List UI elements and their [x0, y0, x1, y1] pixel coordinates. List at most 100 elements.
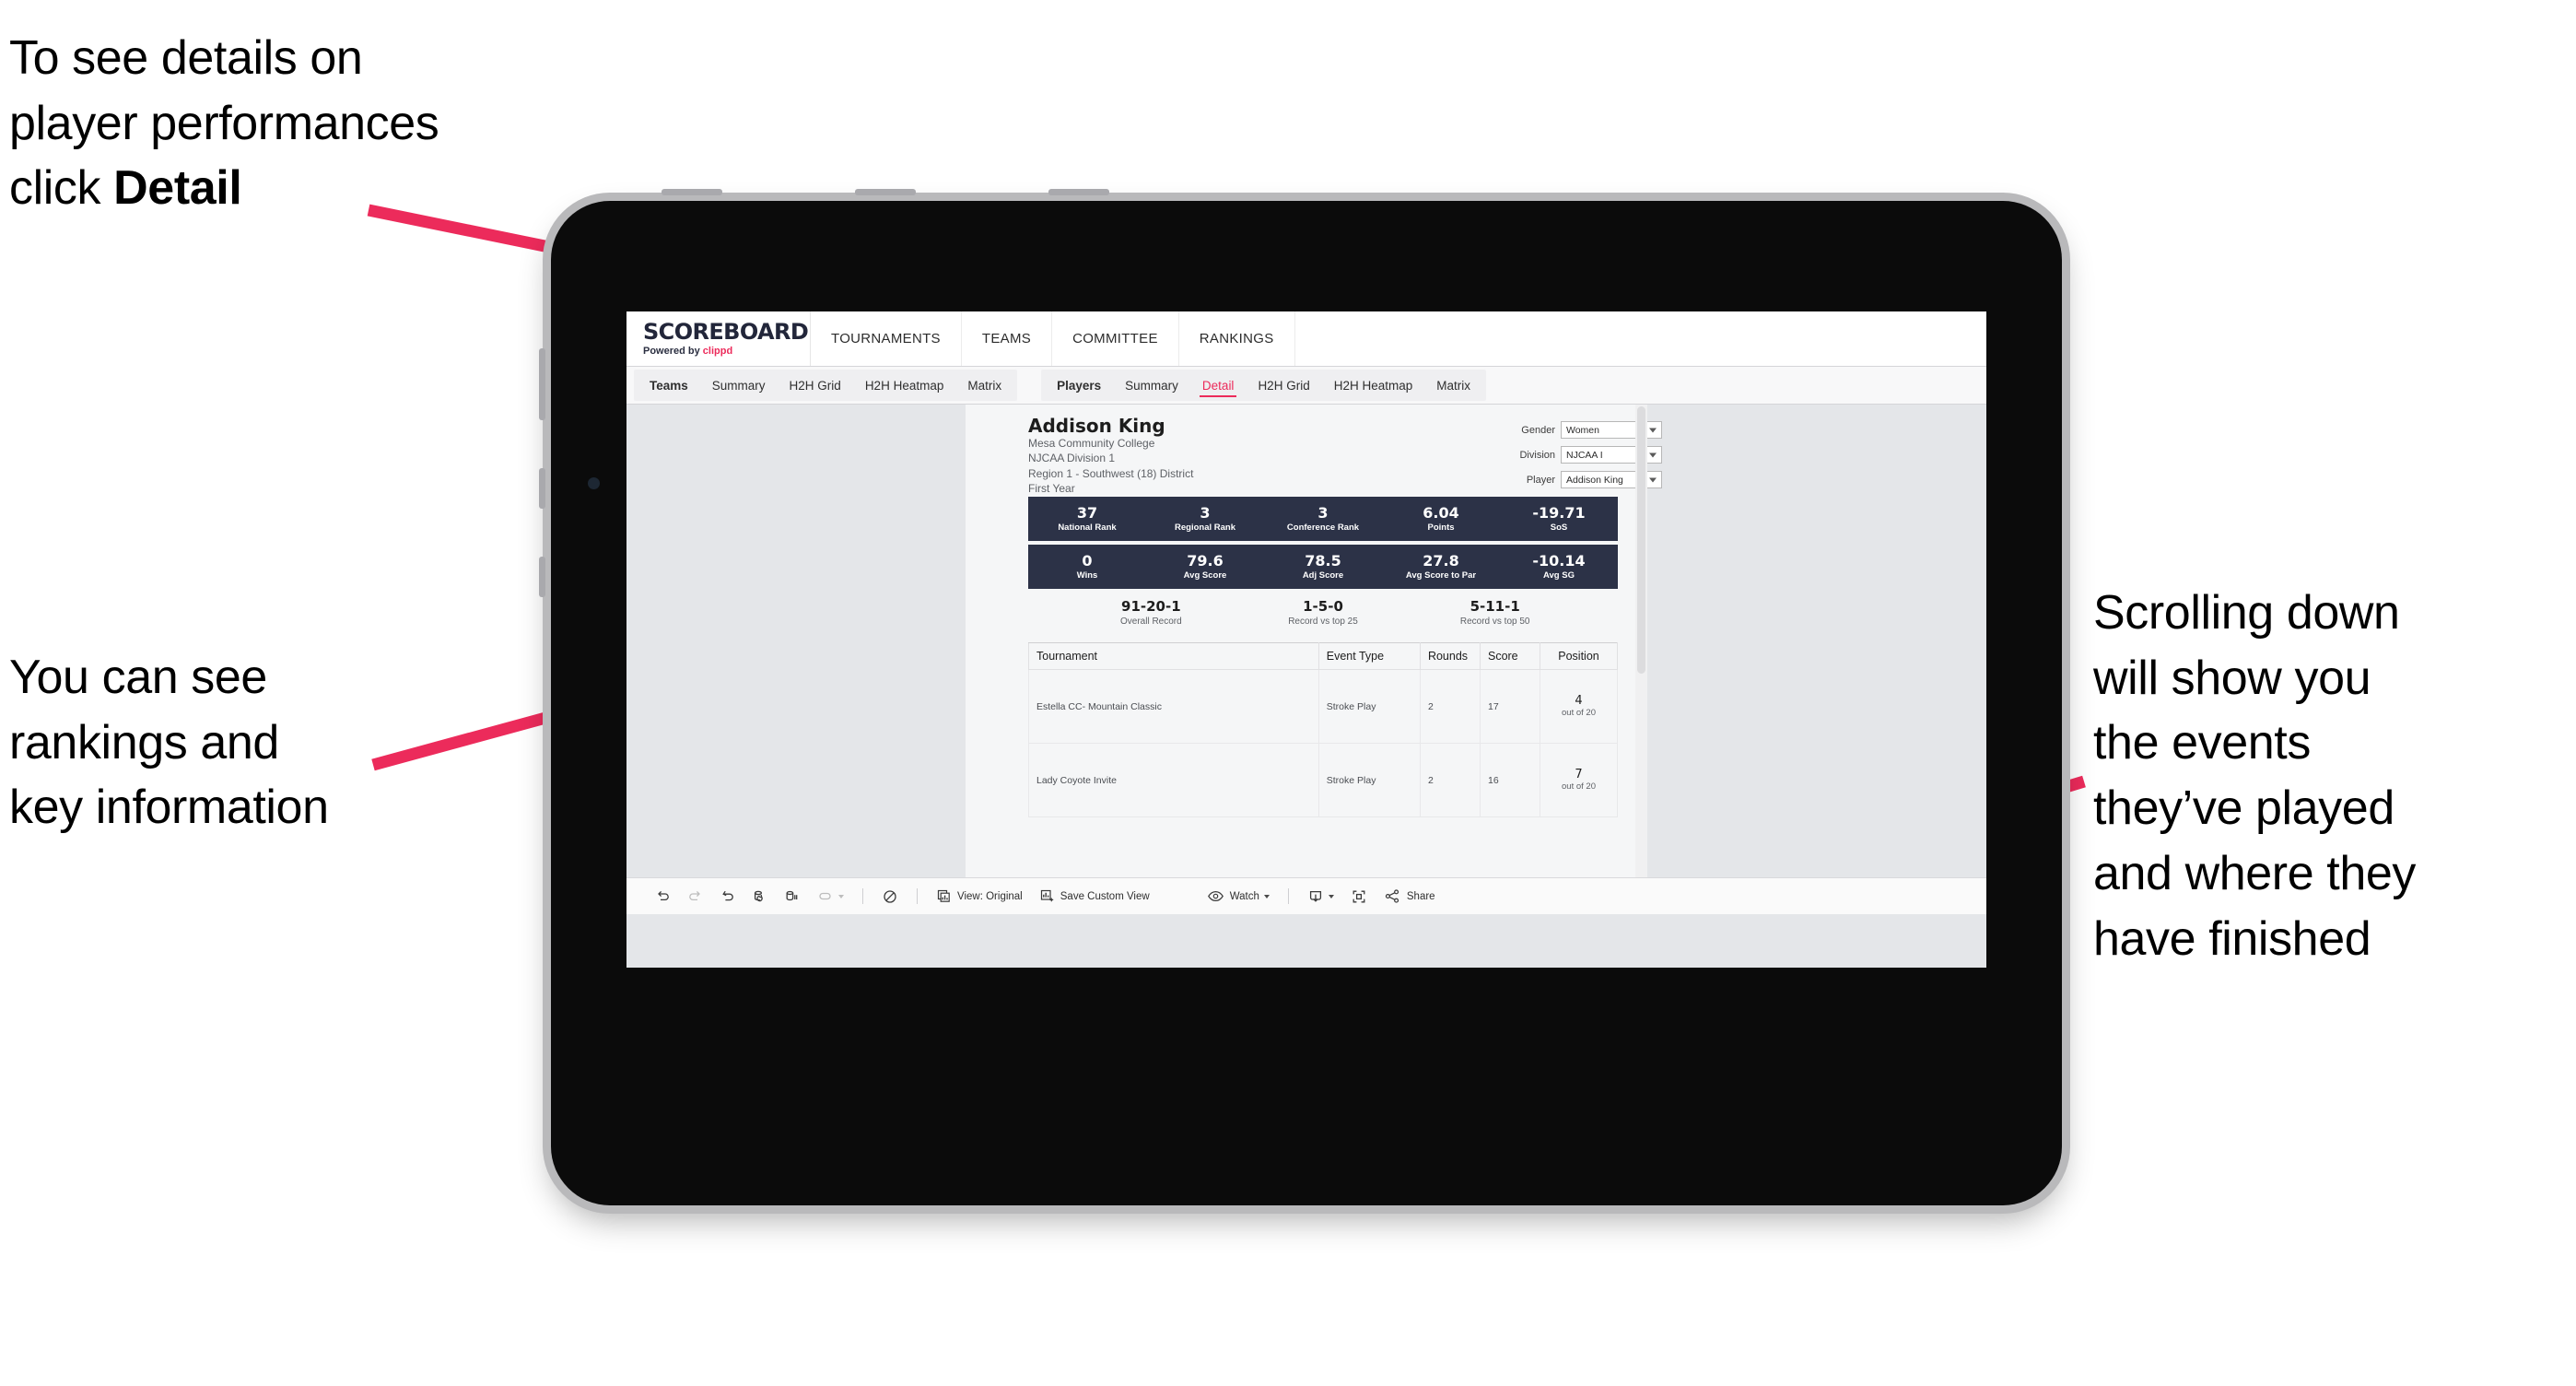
view-original-button[interactable]: View: Original: [928, 878, 1031, 914]
column-header-event-type[interactable]: Event Type: [1317, 642, 1421, 670]
device-top-button-3: [1048, 189, 1109, 195]
pause-auto-updates-button[interactable]: [776, 878, 808, 914]
annotation-right: Scrolling down will show you the events …: [2093, 586, 2416, 966]
stat-value: 27.8: [1423, 551, 1459, 570]
record-label: Overall Record: [1119, 616, 1182, 627]
visualization-canvas: Addison King Mesa Community College NJCA…: [626, 405, 1986, 877]
refresh-data-button[interactable]: [744, 878, 776, 914]
table-row[interactable]: Estella CC- Mountain Classic Stroke Play…: [1028, 669, 1618, 744]
record-value: 1-5-0: [1303, 598, 1343, 616]
share-button[interactable]: Share: [1376, 878, 1444, 914]
cell-rounds: 2: [1419, 743, 1481, 817]
download-button[interactable]: [1299, 878, 1342, 914]
logo-wordmark: SCOREBOARD: [643, 319, 809, 345]
nav-item-rankings[interactable]: RANKINGS: [1179, 311, 1295, 366]
stat-value: 3: [1317, 503, 1329, 522]
filter-division-label: Division: [1519, 449, 1555, 461]
redo-button[interactable]: [679, 878, 711, 914]
record-overall: 91-20-1 Overall Record: [1065, 599, 1237, 627]
tab-group-teams: Teams Summary H2H Grid H2H Heatmap Matri…: [634, 370, 1018, 401]
table-row[interactable]: Lady Coyote Invite Stroke Play 2 16 7 ou…: [1028, 743, 1618, 817]
stat-avg-score: 79.6 Avg Score: [1146, 553, 1264, 581]
stat-value: -10.14: [1532, 551, 1586, 570]
stat-label: Avg Score: [1183, 570, 1227, 581]
fullscreen-button[interactable]: [1342, 878, 1376, 914]
stat-regional-rank: 3 Regional Rank: [1146, 505, 1264, 534]
column-header-position[interactable]: Position: [1540, 642, 1618, 670]
filter-division-value: NJCAA I: [1566, 449, 1603, 461]
device-volume-button: [539, 348, 545, 420]
record-value: 5-11-1: [1469, 598, 1520, 616]
logo-tagline-brand: clippd: [702, 346, 733, 357]
annotation-top-left-bold: Detail: [113, 161, 242, 216]
tab-players-matrix[interactable]: Matrix: [1424, 370, 1482, 401]
stat-value: 3: [1200, 503, 1211, 522]
tab-players-h2h-grid[interactable]: H2H Grid: [1246, 370, 1321, 401]
logo-tagline-prefix: Powered by: [643, 346, 703, 357]
stat-avg-score-to-par: 27.8 Avg Score to Par: [1382, 553, 1500, 581]
stat-avg-sg: -10.14 Avg SG: [1500, 553, 1618, 581]
tablet-screen: SCOREBOARD Powered by clippd TOURNAMENTS…: [626, 311, 1986, 968]
logo-tagline: Powered by clippd: [643, 346, 810, 357]
player-header: Addison King Mesa Community College NJCA…: [1028, 416, 1662, 497]
nav-item-tournaments[interactable]: TOURNAMENTS: [811, 311, 962, 366]
share-label: Share: [1406, 890, 1435, 902]
chevron-down-icon: [1263, 894, 1270, 899]
save-custom-view-button[interactable]: Save Custom View: [1031, 878, 1158, 914]
tab-players-detail[interactable]: Detail: [1190, 370, 1247, 401]
revert-button[interactable]: [711, 878, 744, 914]
watch-button[interactable]: Watch: [1199, 878, 1278, 914]
cell-rounds: 2: [1419, 669, 1481, 744]
app-header: SCOREBOARD Powered by clippd TOURNAMENTS…: [626, 311, 1986, 366]
nav-item-teams[interactable]: TEAMS: [962, 311, 1053, 366]
tournament-results-table: Tournament Event Type Rounds Score Posit…: [1028, 642, 1618, 817]
tab-players-summary[interactable]: Summary: [1113, 370, 1190, 401]
nav-item-committee[interactable]: COMMITTEE: [1052, 311, 1179, 366]
scrollbar-thumb[interactable]: [1637, 406, 1645, 674]
tablet-device: SCOREBOARD Powered by clippd TOURNAMENTS…: [539, 189, 2062, 1205]
filter-player-value: Addison King: [1566, 474, 1623, 486]
tab-group-label-teams: Teams: [650, 378, 688, 393]
stat-label: SoS: [1550, 523, 1568, 534]
cell-position: 7 out of 20: [1540, 743, 1618, 817]
tab-teams-matrix[interactable]: Matrix: [955, 370, 1013, 401]
column-header-rounds[interactable]: Rounds: [1419, 642, 1481, 670]
stat-conference-rank: 3 Conference Rank: [1264, 505, 1382, 534]
stat-points: 6.04 Points: [1382, 505, 1500, 534]
stat-wins: 0 Wins: [1028, 553, 1146, 581]
cell-tournament: Estella CC- Mountain Classic: [1028, 669, 1319, 744]
cell-tournament: Lady Coyote Invite: [1028, 743, 1319, 817]
secondary-tab-strip: Teams Summary H2H Grid H2H Heatmap Matri…: [626, 366, 1986, 405]
tab-teams-h2h-grid[interactable]: H2H Grid: [778, 370, 853, 401]
stats-row-primary: 37 National Rank 3 Regional Rank 3 Confe…: [1028, 497, 1618, 541]
cell-event-type: Stroke Play: [1317, 743, 1421, 817]
brand-logo[interactable]: SCOREBOARD Powered by clippd: [626, 311, 811, 366]
chevron-down-icon: [1328, 894, 1334, 899]
record-label: Record vs top 25: [1288, 616, 1358, 627]
column-header-tournament[interactable]: Tournament: [1028, 642, 1319, 670]
tab-teams-h2h-heatmap[interactable]: H2H Heatmap: [853, 370, 956, 401]
stat-national-rank: 37 National Rank: [1028, 505, 1146, 534]
column-header-score[interactable]: Score: [1479, 642, 1541, 670]
dashboard-sheet: Addison King Mesa Community College NJCA…: [966, 405, 1662, 877]
stat-label: Avg Score to Par: [1405, 570, 1477, 581]
stat-value: 78.5: [1305, 551, 1341, 570]
primary-nav: TOURNAMENTS TEAMS COMMITTEE RANKINGS: [811, 311, 1295, 366]
undo-button[interactable]: [647, 878, 679, 914]
chevron-down-icon: [838, 894, 844, 899]
stat-label: Wins: [1076, 570, 1098, 581]
show-hide-cards-button[interactable]: [808, 878, 852, 914]
watch-label: Watch: [1229, 890, 1259, 902]
stat-value: 6.04: [1423, 503, 1459, 522]
tab-players-h2h-heatmap[interactable]: H2H Heatmap: [1322, 370, 1425, 401]
pause-button[interactable]: [873, 878, 907, 914]
annotation-bottom-left: You can see rankings and key information: [9, 651, 329, 835]
stat-label: Conference Rank: [1286, 523, 1360, 534]
record-value: 91-20-1: [1121, 598, 1181, 616]
stat-label: Adj Score: [1302, 570, 1344, 581]
device-top-button-2: [855, 189, 916, 195]
chevron-down-icon: [1649, 428, 1657, 432]
tab-teams-summary[interactable]: Summary: [700, 370, 778, 401]
cell-score: 17: [1479, 669, 1541, 744]
vertical-scrollbar[interactable]: [1635, 405, 1647, 877]
